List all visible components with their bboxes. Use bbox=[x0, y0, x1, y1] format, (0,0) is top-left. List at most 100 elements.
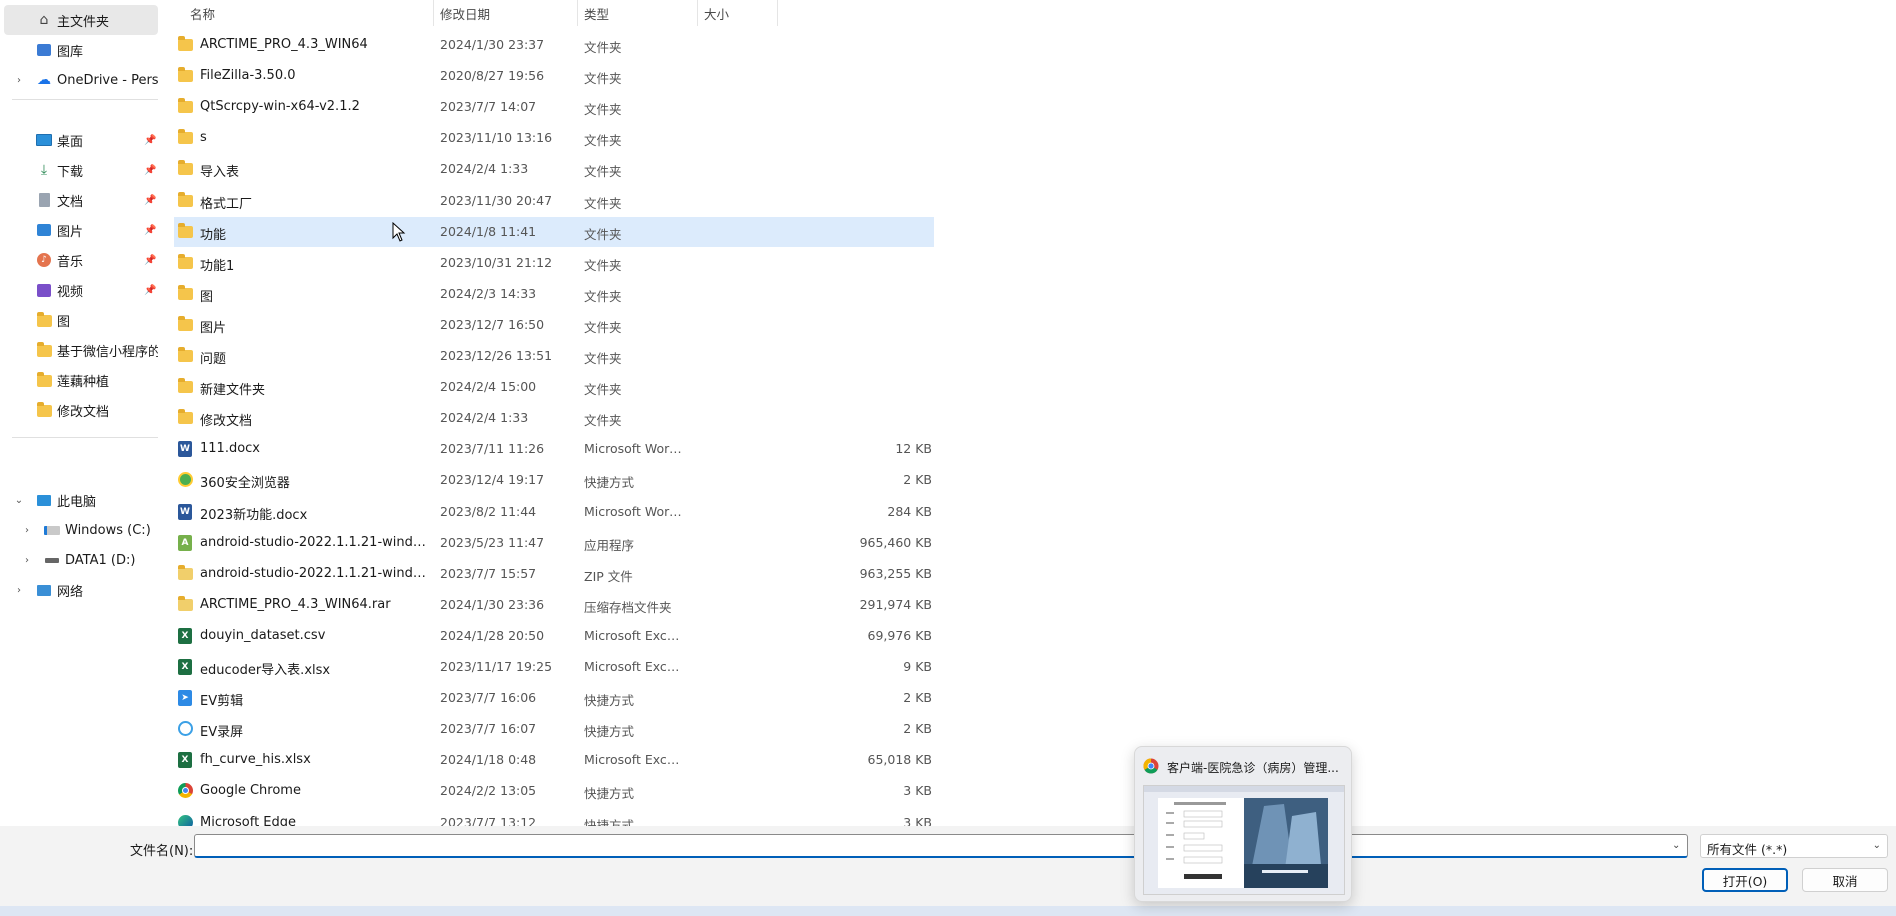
cancel-button[interactable]: 取消 bbox=[1802, 868, 1888, 892]
sidebar-item[interactable]: 修改文档 bbox=[4, 395, 158, 425]
file-size: 2 KB bbox=[903, 472, 932, 488]
sidebar-item[interactable]: ⌄ 此电脑 bbox=[4, 485, 158, 515]
chevron-right-icon[interactable]: › bbox=[22, 525, 32, 536]
pin-icon[interactable]: 📌 bbox=[144, 255, 156, 266]
sidebar-item-label: 下载 bbox=[57, 164, 84, 180]
sidebar-item[interactable]: 图库 bbox=[4, 35, 158, 65]
pin-icon[interactable]: 📌 bbox=[144, 195, 156, 206]
file-date: 2023/7/7 15:57 bbox=[440, 565, 537, 581]
pin-icon[interactable]: 📌 bbox=[144, 225, 156, 236]
home-icon: ⌂ bbox=[39, 12, 49, 28]
file-type-filter-select[interactable]: 所有文件 (*.*) ⌄ bbox=[1700, 834, 1888, 858]
sidebar-item-label: 桌面 bbox=[57, 134, 84, 150]
file-date: 2023/7/7 16:06 bbox=[440, 690, 537, 706]
pin-icon[interactable]: 📌 bbox=[144, 165, 156, 176]
navigation-pane: ⌂ 主文件夹 图库 › ☁ OneDrive - Perso 桌面 📌 ⤓ 下载 📌 文档 📌 图片 📌 ♪ 音… bbox=[0, 0, 160, 826]
sidebar-item[interactable]: › ☁ OneDrive - Perso bbox=[4, 65, 158, 95]
sidebar-item[interactable]: 基于微信小程序的边 bbox=[4, 335, 158, 365]
folder-icon bbox=[178, 253, 194, 271]
column-header-date[interactable]: 修改日期 bbox=[432, 0, 576, 26]
sidebar-item[interactable]: Windows (C:) › bbox=[4, 515, 158, 545]
file-size: 3 KB bbox=[903, 814, 932, 827]
pin-icon[interactable]: 📌 bbox=[144, 285, 156, 296]
column-divider[interactable] bbox=[777, 0, 778, 26]
sidebar-item[interactable]: 莲藕种植 bbox=[4, 365, 158, 395]
file-date: 2023/11/30 20:47 bbox=[440, 192, 553, 208]
file-type: 文件夹 bbox=[584, 195, 622, 211]
file-type: Microsoft Word ... bbox=[584, 441, 684, 457]
sidebar-item[interactable]: 文档 📌 bbox=[4, 185, 158, 215]
file-date: 2023/7/7 14:07 bbox=[440, 99, 537, 115]
file-date: 2023/12/7 16:50 bbox=[440, 316, 545, 332]
file-row[interactable]: 修改文档 2024/2/4 1:33 文件夹 bbox=[174, 403, 934, 433]
file-row[interactable]: ARCTIME_PRO_4.3_WIN64 2024/1/30 23:37 文件夹 bbox=[174, 30, 934, 60]
file-row[interactable]: Microsoft Edge 2023/7/7 13:12 快捷方式 3 KB bbox=[174, 808, 934, 827]
taskbar-thumbnail-popup[interactable]: 客户端-医院急诊（病房）管理... bbox=[1134, 746, 1352, 902]
music-icon: ♪ bbox=[36, 252, 52, 268]
file-row[interactable]: Xeducoder导入表.xlsx 2023/11/17 19:25 Microso… bbox=[174, 652, 934, 682]
file-row[interactable]: 360安全浏览器 2023/12/4 19:17 快捷方式 2 KB bbox=[174, 465, 934, 495]
file-row[interactable]: android-studio-2022.1.1.21-windows.... 20… bbox=[174, 559, 934, 589]
file-name: 导入表 bbox=[200, 165, 240, 181]
column-header-type[interactable]: 类型 bbox=[576, 0, 696, 26]
file-name: 修改文档 bbox=[200, 414, 253, 430]
file-row[interactable]: W 111.docx 2023/7/11 11:26 Microsoft Word .… bbox=[174, 434, 934, 464]
file-row[interactable]: QtScrcpy-win-x64-v2.1.2 2023/7/7 14:07 文件夹 bbox=[174, 92, 934, 122]
sidebar-item[interactable]: ⤓ 下载 📌 bbox=[4, 155, 158, 185]
chevron-right-icon[interactable]: › bbox=[22, 555, 32, 566]
file-row[interactable]: 新建文件夹 2024/2/4 15:00 文件夹 bbox=[174, 372, 934, 402]
column-header-name[interactable]: 名称 bbox=[182, 0, 398, 26]
sidebar-item-label: 基于微信小程序的边 bbox=[57, 344, 158, 360]
file-row[interactable]: EV录屏 2023/7/7 16:07 快捷方式 2 KB bbox=[174, 714, 934, 744]
sidebar-item-label: 此电脑 bbox=[57, 494, 97, 510]
file-row[interactable]: 功能 2024/1/8 11:41 文件夹 bbox=[174, 216, 934, 247]
filename-label: 文件名(N): bbox=[130, 844, 194, 859]
filename-history-dropdown-icon[interactable]: ⌄ bbox=[1672, 840, 1680, 851]
file-row[interactable]: Xdouyin_dataset.csv 2024/1/28 20:50 Micros… bbox=[174, 621, 934, 651]
file-name: 问题 bbox=[200, 352, 227, 367]
sidebar-item[interactable]: 桌面 📌 bbox=[4, 125, 158, 155]
zip-folder-icon bbox=[178, 564, 194, 582]
file-row[interactable]: 功能1 2023/10/31 21:12 文件夹 bbox=[174, 248, 934, 278]
chevron-right-icon[interactable]: › bbox=[14, 75, 24, 86]
filename-input[interactable] bbox=[194, 834, 1688, 858]
folder-icon bbox=[36, 342, 52, 358]
file-date: 2023/12/4 19:17 bbox=[440, 472, 545, 488]
gallery-icon bbox=[36, 42, 52, 58]
file-row[interactable]: FileZilla-3.50.0 2020/8/27 19:56 文件夹 bbox=[174, 61, 934, 91]
file-row[interactable]: ARCTIME_PRO_4.3_WIN64.rar 2024/1/30 23:36… bbox=[174, 590, 934, 620]
file-row[interactable]: s 2023/11/10 13:16 文件夹 bbox=[174, 123, 934, 153]
file-row[interactable]: 格式工厂 2023/11/30 20:47 文件夹 bbox=[174, 186, 934, 216]
sidebar-item[interactable]: 图片 📌 bbox=[4, 215, 158, 245]
file-row[interactable]: 问题 2023/12/26 13:51 文件夹 bbox=[174, 341, 934, 371]
file-row[interactable]: 图 2024/2/3 14:33 文件夹 bbox=[174, 279, 934, 309]
file-name: 功能 bbox=[200, 227, 227, 243]
open-button[interactable]: 打开(O) bbox=[1702, 868, 1788, 892]
file-row[interactable]: Aandroid-studio-2022.1.1.21-windows.... 2… bbox=[174, 528, 934, 558]
file-row[interactable]: W 2023新功能.docx 2023/8/2 11:44 Microsoft Wor… bbox=[174, 497, 934, 527]
file-type: 文件夹 bbox=[584, 382, 622, 398]
excel-icon: X bbox=[178, 659, 194, 675]
pin-icon[interactable]: 📌 bbox=[144, 135, 156, 146]
videos-icon bbox=[36, 282, 52, 298]
file-row[interactable]: ➤ EV剪辑 2023/7/7 16:06 快捷方式 2 KB bbox=[174, 683, 934, 713]
sidebar-item[interactable]: 网络 › bbox=[4, 575, 158, 605]
file-row[interactable]: Xfh_curve_his.xlsx 2024/1/18 0:48 Microsof… bbox=[174, 745, 934, 775]
folder-icon bbox=[178, 98, 194, 115]
file-row[interactable]: Google Chrome 2024/2/2 13:05 快捷方式 3 KB bbox=[174, 776, 934, 806]
chevron-right-icon[interactable]: › bbox=[14, 585, 24, 596]
sidebar-item[interactable]: ⌂ 主文件夹 bbox=[4, 5, 158, 35]
file-row[interactable]: 图片 2023/12/7 16:50 文件夹 bbox=[174, 310, 934, 340]
sidebar-item[interactable]: 视频 📌 bbox=[4, 275, 158, 305]
sidebar-item[interactable]: 图 bbox=[4, 305, 158, 335]
file-size: 12 KB bbox=[895, 441, 932, 457]
chevron-down-icon[interactable]: ⌄ bbox=[14, 495, 24, 506]
file-date: 2023/5/23 11:47 bbox=[440, 534, 545, 550]
file-type: 文件夹 bbox=[584, 71, 622, 87]
sidebar-item-label: 音乐 bbox=[57, 254, 84, 270]
folder-icon bbox=[178, 67, 194, 84]
column-header-size[interactable]: 大小 bbox=[696, 0, 786, 26]
file-row[interactable]: 导入表 2024/2/4 1:33 文件夹 bbox=[174, 154, 934, 184]
sidebar-item[interactable]: ♪ 音乐 📌 bbox=[4, 245, 158, 275]
sidebar-item[interactable]: DATA1 (D:) › bbox=[4, 545, 158, 575]
